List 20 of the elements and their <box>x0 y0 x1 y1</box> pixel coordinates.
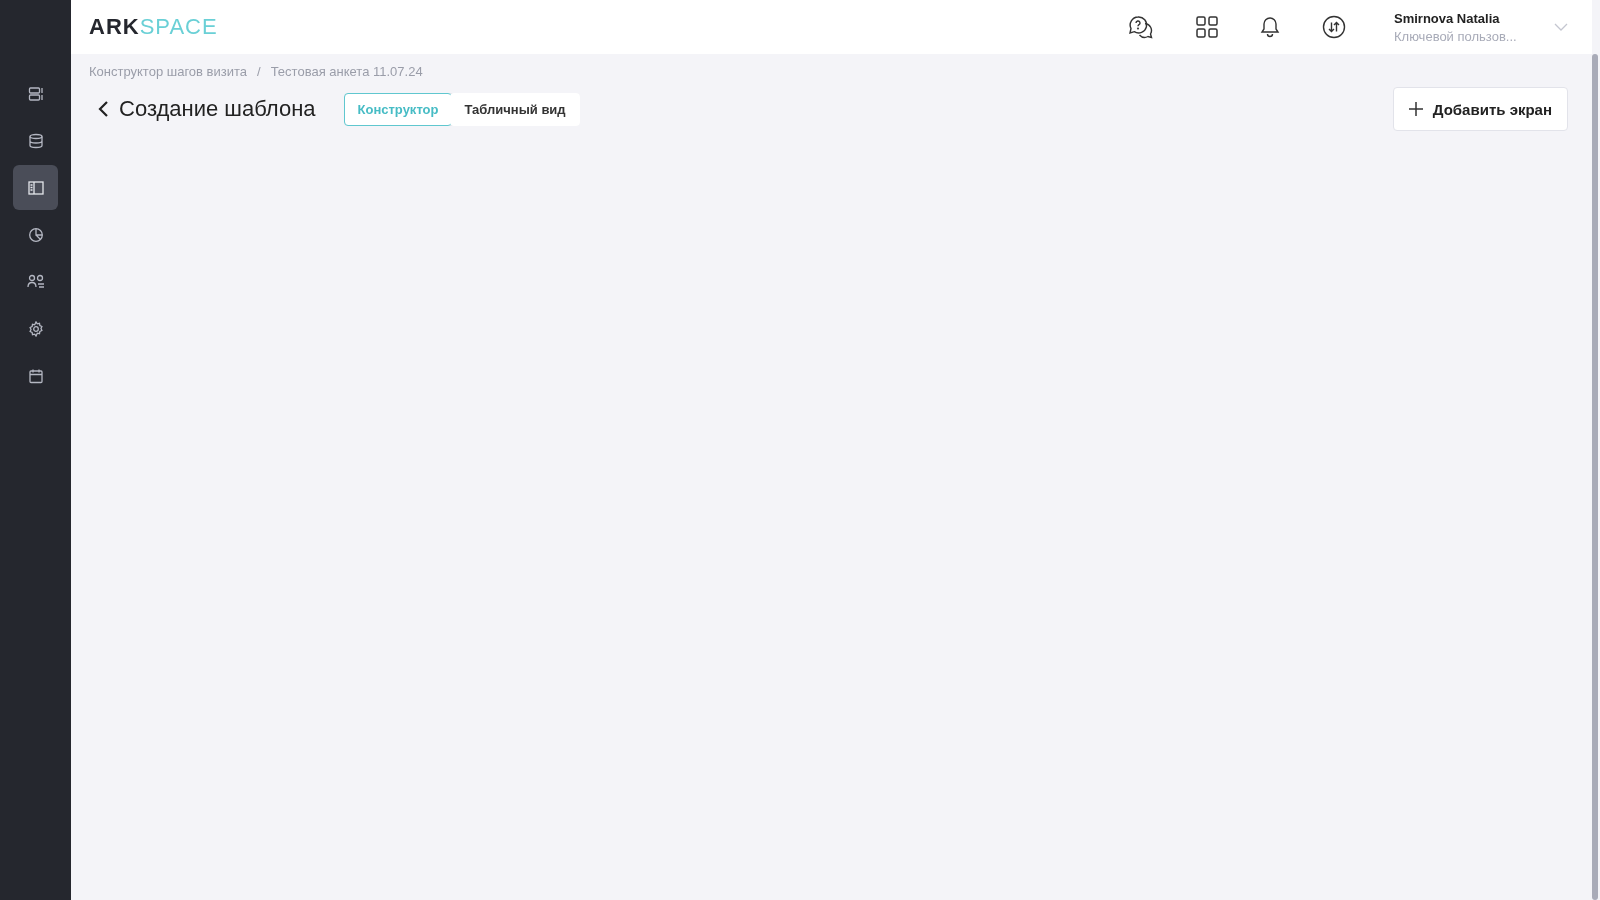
add-screen-button[interactable]: Добавить экран <box>1392 87 1568 131</box>
layout-icon <box>27 179 44 196</box>
bell-icon[interactable] <box>1260 16 1280 38</box>
calendar-icon <box>27 367 44 384</box>
view-tab[interactable]: Табличный вид <box>450 92 580 126</box>
settings-icon <box>27 320 44 337</box>
plus-icon <box>1408 102 1423 116</box>
breadcrumb-separator: / <box>257 64 261 79</box>
page-title: Создание шаблона <box>119 96 316 122</box>
apps-grid-icon[interactable] <box>1196 16 1218 38</box>
database-icon <box>27 132 44 149</box>
list-icon <box>27 85 44 102</box>
pie-chart-icon <box>27 226 44 243</box>
sync-icon[interactable] <box>1322 15 1346 39</box>
logo[interactable]: ARKSPACE <box>89 14 218 40</box>
users-icon <box>26 273 45 290</box>
sidebar-item[interactable] <box>13 165 58 210</box>
scrollbar[interactable] <box>1592 54 1598 900</box>
help-chat-icon[interactable] <box>1128 15 1154 39</box>
user-menu[interactable]: Smirnova Natalia Ключевой пользов... <box>1394 10 1544 44</box>
